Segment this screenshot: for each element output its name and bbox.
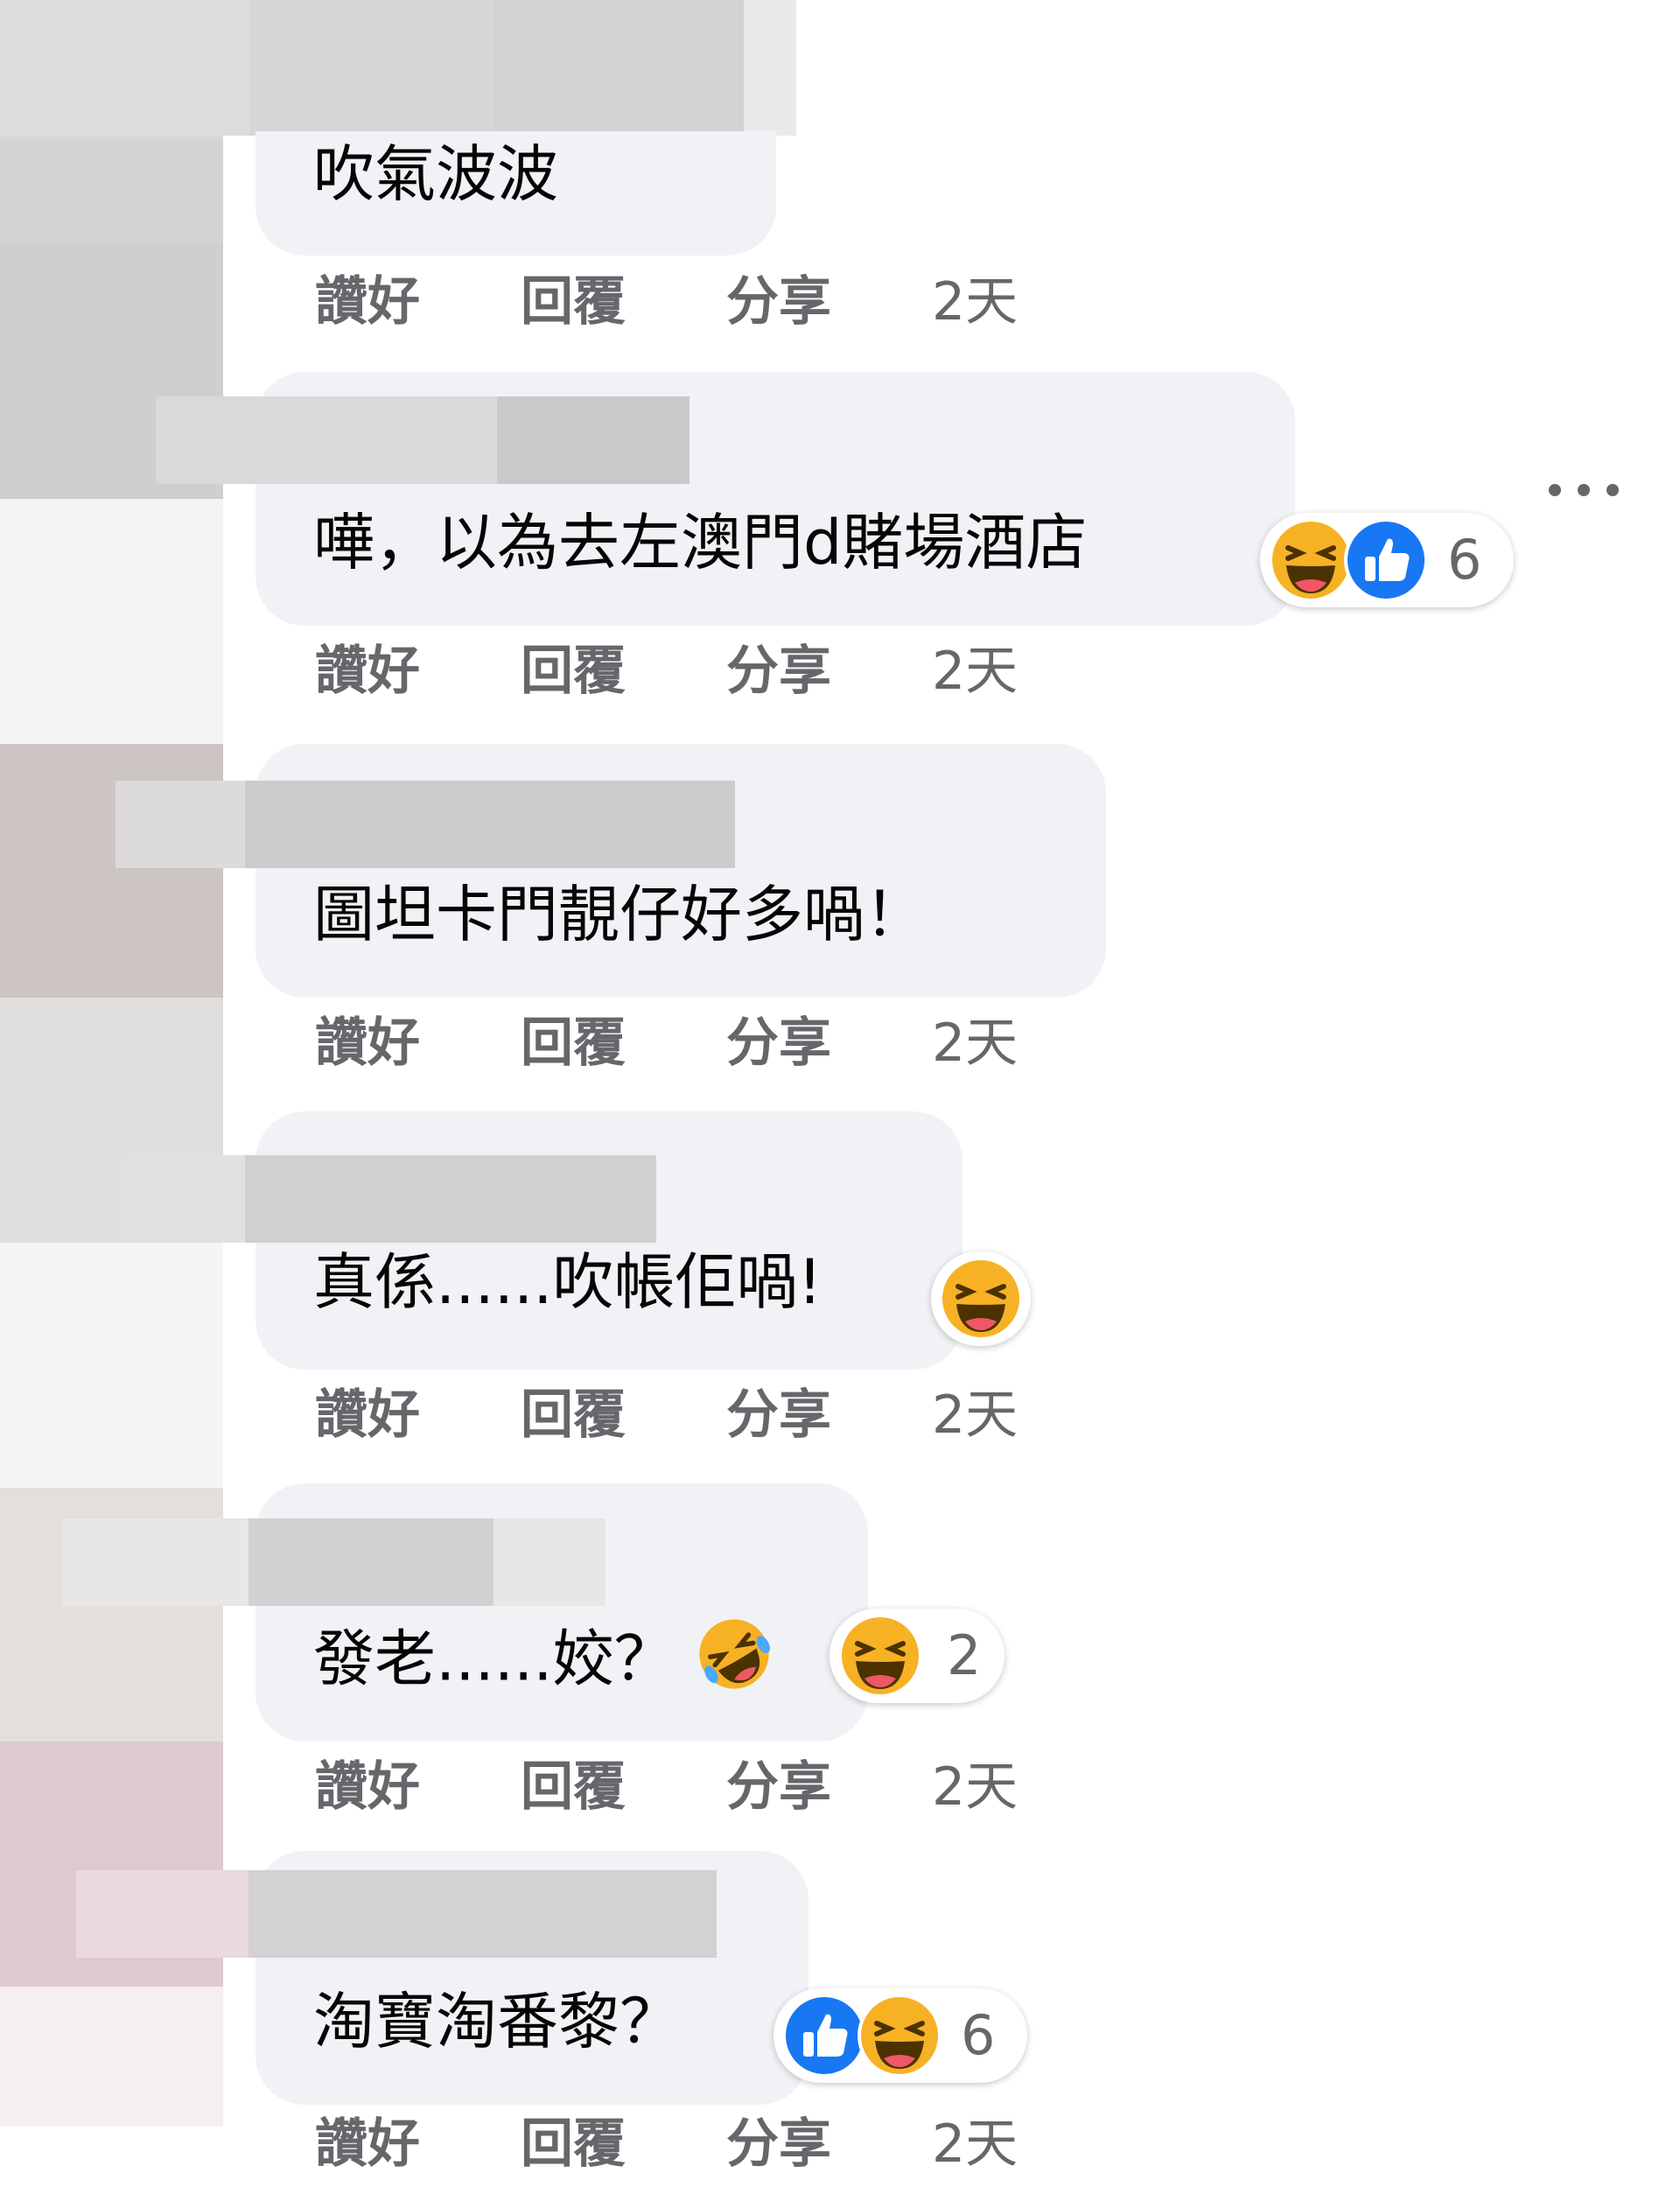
reaction-summary[interactable]	[931, 1251, 1031, 1346]
reaction-summary[interactable]: 6	[774, 1988, 1027, 2083]
reply-button[interactable]: 回覆	[521, 632, 626, 711]
comment-text: 真係......吹帳佢喎!	[313, 1246, 822, 1318]
comment-bubble: 嘩，以為去左澳門d賭場酒店	[156, 372, 1295, 626]
like-icon	[780, 1992, 868, 2079]
reaction-summary[interactable]: 6	[1260, 513, 1514, 607]
author-name-blurred-part	[248, 1518, 494, 1606]
reaction-count: 2	[947, 1623, 982, 1687]
share-button[interactable]: 分享	[726, 1748, 831, 1826]
comment-bubble: 淘寶淘番黎？	[76, 1851, 808, 2105]
dot	[1606, 484, 1619, 496]
haha-icon	[1267, 516, 1354, 604]
reply-button[interactable]: 回覆	[521, 2105, 626, 2183]
dot	[1549, 484, 1561, 496]
share-button[interactable]: 分享	[726, 632, 831, 711]
reply-button[interactable]: 回覆	[521, 1376, 626, 1454]
comment-bubble: 圖坦卡門靚仔好多喎！	[116, 744, 1106, 998]
reply-button[interactable]: 回覆	[521, 1748, 626, 1826]
share-button[interactable]: 分享	[726, 2105, 831, 2183]
author-name-blurred-part	[245, 781, 735, 868]
like-button[interactable]: 讚好	[315, 1004, 420, 1083]
comment-text: 發老......姣？	[313, 1615, 774, 1712]
like-icon	[1342, 516, 1430, 604]
comment-text: 圖坦卡門靚仔好多喎！	[313, 879, 926, 950]
share-button[interactable]: 分享	[726, 1376, 831, 1454]
reply-button[interactable]: 回覆	[521, 263, 626, 341]
comment-text: 淘寶淘番黎？	[313, 1986, 681, 2057]
timestamp[interactable]: 2天	[932, 1748, 1018, 1826]
author-name-blurred-part	[248, 1870, 717, 1958]
comments-thread: 吹氣波波 讚好 回覆 分享 2天 嘩，以為去左澳門d賭場酒店 6 讚好 回覆 分…	[0, 0, 1680, 2187]
timestamp[interactable]: 2天	[932, 1004, 1018, 1083]
share-button[interactable]: 分享	[726, 263, 831, 341]
haha-icon	[937, 1255, 1025, 1342]
like-button[interactable]: 讚好	[315, 632, 420, 711]
like-button[interactable]: 讚好	[315, 2105, 420, 2183]
timestamp[interactable]: 2天	[932, 2105, 1018, 2183]
comment-text: 吹氣波波	[313, 138, 558, 210]
reply-button[interactable]: 回覆	[521, 1004, 626, 1083]
reaction-count: 6	[1447, 528, 1482, 592]
comment-bubble: 發老......姣？	[63, 1483, 868, 1742]
like-button[interactable]: 讚好	[315, 1376, 420, 1454]
haha-icon	[856, 1992, 943, 2079]
dot	[1578, 484, 1590, 496]
haha-icon	[836, 1612, 924, 1700]
comment-text-body: 發老......姣？	[313, 1623, 676, 1695]
timestamp[interactable]: 2天	[932, 263, 1018, 341]
share-button[interactable]: 分享	[726, 1004, 831, 1083]
like-button[interactable]: 讚好	[315, 263, 420, 341]
timestamp[interactable]: 2天	[932, 1376, 1018, 1454]
comment-text: 嘩，以為去左澳門d賭場酒店	[313, 507, 1088, 578]
author-name-blurred-part	[245, 1155, 656, 1243]
reaction-count: 6	[961, 2003, 996, 2067]
author-name-blurred-part	[497, 396, 690, 484]
more-horizontal-icon[interactable]	[1549, 473, 1619, 508]
timestamp[interactable]: 2天	[932, 632, 1018, 711]
comment-bubble: 真係......吹帳佢喎!	[122, 1111, 962, 1370]
reaction-summary[interactable]: 2	[830, 1609, 1004, 1703]
rolling-on-floor-laughing-emoji	[695, 1615, 774, 1712]
like-button[interactable]: 讚好	[315, 1748, 420, 1826]
comment-bubble: 吹氣波波	[256, 131, 776, 256]
